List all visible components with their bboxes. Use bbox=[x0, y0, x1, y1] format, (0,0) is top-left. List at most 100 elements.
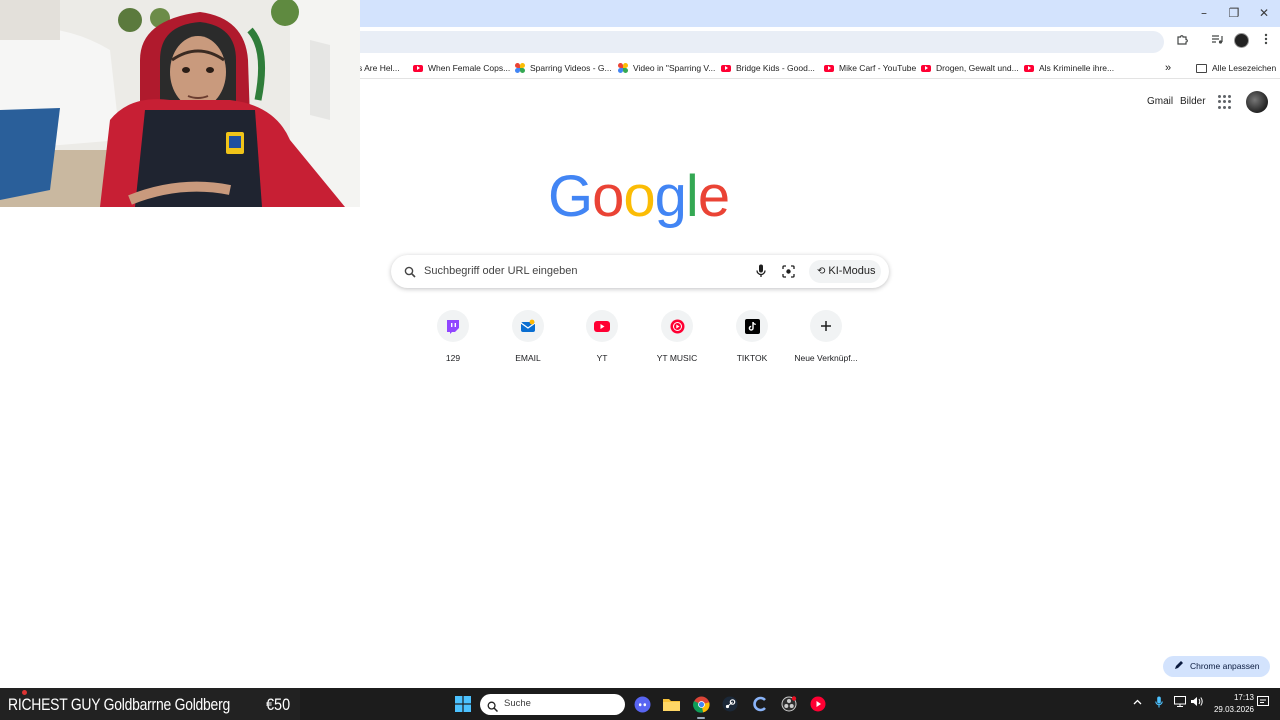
clock-date[interactable]: 29.03.2026 bbox=[1210, 705, 1258, 714]
profile-avatar[interactable] bbox=[1234, 33, 1249, 48]
bookmark-item[interactable]: Mike Carf - YouTube bbox=[824, 60, 916, 76]
webcam-overlay bbox=[0, 0, 360, 207]
taskbar-search-label: Suche bbox=[504, 698, 531, 709]
all-bookmarks-label: Alle Lesezeichen bbox=[1212, 63, 1277, 73]
youtube-music-app-icon[interactable] bbox=[809, 695, 827, 713]
youtube-icon bbox=[824, 64, 834, 72]
bookmark-label: Mike Carf - YouTube bbox=[839, 63, 917, 73]
bookmark-item[interactable]: Als Kriminelle ihre... bbox=[1024, 60, 1114, 76]
email-icon bbox=[512, 310, 544, 342]
bookmarks-overflow-button[interactable]: » bbox=[1165, 60, 1171, 76]
address-bar[interactable] bbox=[340, 31, 1164, 53]
menu-icon[interactable] bbox=[1257, 33, 1275, 51]
bookmark-label: Video in "Sparring V... bbox=[633, 63, 716, 73]
search-input[interactable]: Suchbegriff oder URL eingeben bbox=[424, 265, 578, 277]
logo-letter: o bbox=[623, 164, 655, 229]
bookmark-item[interactable]: Drogen, Gewalt und... bbox=[921, 60, 1019, 76]
ai-mode-label: KI-Modus bbox=[828, 265, 876, 277]
folder-icon bbox=[1196, 63, 1207, 73]
steam-icon[interactable] bbox=[721, 695, 739, 713]
logo-letter: o bbox=[592, 164, 624, 229]
bookmark-item[interactable]: Video in "Sparring V... bbox=[618, 60, 715, 76]
ai-mode-icon: ⟲ bbox=[817, 266, 826, 277]
youtube-icon bbox=[1024, 64, 1034, 72]
active-app-indicator bbox=[697, 717, 705, 719]
shortcut-label: YT MUSIC bbox=[656, 353, 698, 363]
youtube-icon bbox=[921, 64, 931, 72]
bookmark-label: Als Kriminelle ihre... bbox=[1039, 63, 1115, 73]
extensions-icon[interactable] bbox=[1173, 33, 1191, 51]
bookmark-label: Sparring Videos - G... bbox=[530, 63, 612, 73]
logo-letter: G bbox=[548, 164, 593, 229]
stream-donation-overlay: RICHEST GUY Goldbarrne Goldberg €50 bbox=[0, 688, 300, 720]
shortcut-label: 129 bbox=[445, 353, 461, 363]
all-bookmarks-button[interactable]: Alle Lesezeichen bbox=[1196, 60, 1276, 76]
shortcut-twitch[interactable]: 129 bbox=[413, 310, 493, 370]
images-link[interactable]: Bilder bbox=[1180, 96, 1206, 107]
bookmark-label: Bridge Kids - Good... bbox=[736, 63, 815, 73]
bookmark-item[interactable]: Bridge Kids - Good... bbox=[721, 60, 815, 76]
bookmark-item[interactable]: When Female Cops... bbox=[413, 60, 510, 76]
logo-letter: l bbox=[685, 164, 699, 229]
youtube-icon bbox=[413, 64, 423, 72]
youtube-music-icon bbox=[661, 310, 693, 342]
windows-start-icon[interactable] bbox=[454, 695, 472, 713]
customize-label: Chrome anpassen bbox=[1190, 661, 1260, 671]
google-photos-icon bbox=[515, 63, 525, 73]
shortcut-tiktok[interactable]: TIKTOK bbox=[712, 310, 792, 370]
customize-chrome-button[interactable]: Chrome anpassen bbox=[1163, 656, 1270, 677]
pencil-icon bbox=[1174, 657, 1184, 678]
youtube-icon bbox=[721, 64, 731, 72]
taskbar: RICHEST GUY Goldbarrne Goldberg €50 Such… bbox=[0, 688, 1280, 720]
shortcut-label: TIKTOK bbox=[736, 353, 768, 363]
bookmark-item[interactable]: Sparring Videos - G... bbox=[515, 60, 612, 76]
ccleaner-icon[interactable] bbox=[751, 695, 769, 713]
media-control-icon[interactable] bbox=[1208, 33, 1226, 51]
bookmark-label: Drogen, Gewalt und... bbox=[936, 63, 1019, 73]
ai-mode-button[interactable]: ⟲ KI-Modus bbox=[809, 260, 881, 283]
search-icon bbox=[404, 265, 416, 283]
shortcut-label: Neue Verknüpf... bbox=[794, 353, 858, 363]
obs-icon[interactable] bbox=[780, 695, 798, 713]
shortcut-add[interactable]: Neue Verknüpf... bbox=[786, 310, 866, 370]
shortcut-youtube-music[interactable]: YT MUSIC bbox=[637, 310, 717, 370]
tiktok-icon bbox=[736, 310, 768, 342]
shortcut-label: YT bbox=[596, 353, 608, 363]
logo-letter: e bbox=[697, 164, 730, 229]
file-explorer-icon[interactable] bbox=[662, 695, 680, 713]
minimize-button[interactable]: – bbox=[1192, 4, 1216, 22]
overlay-amount: €50 bbox=[266, 695, 291, 714]
shortcut-youtube[interactable]: YT bbox=[562, 310, 642, 370]
logo-letter: g bbox=[654, 164, 687, 229]
restore-button[interactable]: ❐ bbox=[1222, 4, 1246, 22]
apps-grid-icon[interactable] bbox=[1218, 95, 1232, 109]
double-chevron-icon: » bbox=[1165, 62, 1172, 74]
plus-icon bbox=[810, 310, 842, 342]
volume-icon[interactable] bbox=[1190, 696, 1203, 710]
google-photos-icon bbox=[618, 63, 628, 73]
discord-icon[interactable] bbox=[633, 695, 651, 713]
taskbar-search-box[interactable]: Suche bbox=[480, 694, 625, 715]
notification-icon[interactable] bbox=[1257, 696, 1269, 711]
webcam-image bbox=[0, 0, 360, 207]
overlay-title: RICHEST GUY Goldbarrne Goldberg bbox=[8, 695, 230, 714]
close-button[interactable]: ✕ bbox=[1252, 4, 1276, 22]
search-box[interactable]: Suchbegriff oder URL eingeben ⟲ KI-Modus bbox=[391, 255, 889, 288]
chrome-icon[interactable] bbox=[692, 695, 710, 713]
search-icon bbox=[487, 699, 499, 717]
twitch-icon bbox=[437, 310, 469, 342]
bookmark-label: When Female Cops... bbox=[428, 63, 511, 73]
account-avatar[interactable] bbox=[1246, 91, 1268, 113]
bookmark-item[interactable]: s Are Hel... bbox=[358, 60, 400, 76]
lens-icon[interactable] bbox=[782, 265, 795, 283]
tray-overflow-chevron-icon[interactable] bbox=[1133, 697, 1142, 708]
google-logo: Google bbox=[548, 162, 732, 232]
microphone-tray-icon[interactable] bbox=[1155, 696, 1163, 711]
microphone-icon[interactable] bbox=[756, 264, 766, 283]
youtube-icon bbox=[586, 310, 618, 342]
network-icon[interactable] bbox=[1174, 696, 1186, 710]
shortcut-label: EMAIL bbox=[515, 353, 541, 363]
shortcut-email[interactable]: EMAIL bbox=[488, 310, 568, 370]
bookmark-label: s Are Hel... bbox=[358, 63, 400, 73]
gmail-link[interactable]: Gmail bbox=[1147, 96, 1173, 107]
